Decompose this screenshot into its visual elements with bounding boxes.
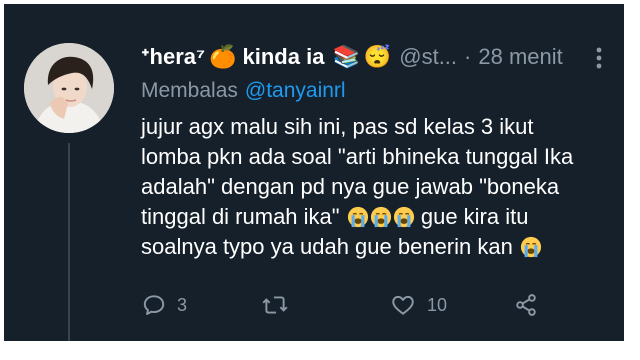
display-name-suffix[interactable]: kinda ia	[243, 44, 325, 70]
thread-line	[68, 143, 70, 341]
retweet-icon	[262, 296, 288, 314]
user-handle[interactable]: @st...	[399, 44, 457, 70]
reply-bubble-icon	[143, 295, 165, 315]
replying-mention-link[interactable]: @tanyainrl	[245, 79, 346, 102]
tweet-text-fragment: soalnya typo ya udah gue benerin kan	[141, 234, 513, 259]
replying-to: Membalas @tanyainrl	[141, 79, 346, 103]
share-button[interactable]	[513, 288, 539, 322]
tweet-card: ᕀhera⁷ 🍊 kinda ia 📚 😴 @st... · 28 menit …	[4, 4, 624, 341]
crying-emoji-icon	[520, 236, 542, 258]
reply-count: 3	[177, 294, 188, 315]
avatar-photo	[24, 43, 114, 133]
tweet-text-line-with-emoji: soalnya typo ya udah gue benerin kan	[141, 232, 611, 262]
separator-dot: ·	[464, 44, 472, 69]
tweet-time[interactable]: 28 menit	[478, 44, 562, 70]
tweet-text-fragment: tinggal di rumah ika"	[141, 204, 340, 229]
sleepy-emoji: 😴	[363, 44, 392, 69]
crying-emoji-icon	[347, 206, 368, 228]
replying-label: Membalas	[141, 79, 238, 102]
heart-icon	[392, 295, 414, 315]
tweet-text-line: lomba pkn ada soal "arti bhineka tunggal…	[141, 144, 574, 169]
display-name[interactable]: ᕀhera⁷	[141, 44, 205, 70]
crying-emoji-icon	[370, 206, 391, 228]
tweet-text-fragment: gue kira itu	[420, 204, 529, 229]
more-vertical-icon	[596, 47, 602, 69]
crying-emoji-icon	[393, 206, 414, 228]
avatar[interactable]	[24, 43, 114, 133]
like-button[interactable]: 10	[389, 288, 447, 322]
tweet-text-line: jujur agx malu sih ini, pas sd kelas 3 i…	[141, 114, 534, 139]
tweet-text-line-with-emoji: tinggal di rumah ika" gue kira itu	[141, 202, 611, 232]
books-emoji: 📚	[332, 44, 360, 69]
orange-emoji: 🍊	[209, 44, 237, 69]
tweet-header: ᕀhera⁷ 🍊 kinda ia 📚 😴 @st... · 28 menit	[141, 42, 601, 72]
tweet-actions: 3 10	[141, 288, 611, 322]
share-icon	[516, 294, 536, 316]
like-count: 10	[427, 294, 448, 315]
more-options-button[interactable]	[592, 44, 606, 72]
tweet-text: jujur agx malu sih ini, pas sd kelas 3 i…	[141, 112, 611, 262]
tweet-text-line: adalah" dengan pd nya gue jawab "boneka	[141, 174, 560, 199]
reply-button[interactable]: 3	[141, 288, 187, 322]
retweet-button[interactable]	[261, 288, 289, 322]
